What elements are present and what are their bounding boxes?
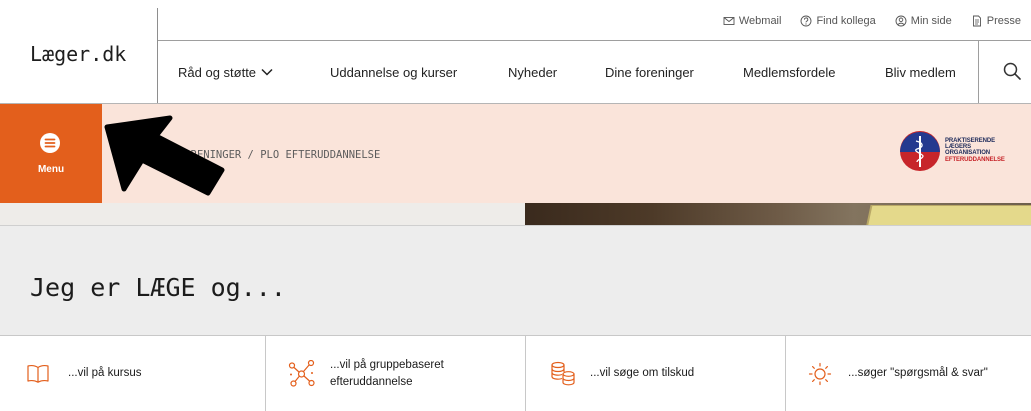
site-header: Læger.dk Webmail Find kollega Min side P… [0, 0, 1031, 104]
card-label-line: ...søger "spørgsmål & svar" [848, 367, 988, 379]
menu-button[interactable]: Menu [0, 104, 102, 203]
nav-item-label: Uddannelse og kurser [330, 64, 458, 80]
strip-background [0, 203, 525, 225]
nav-item-dine-foreninger[interactable]: Dine foreninger [605, 41, 694, 103]
hero-section: Jeg er LÆGE og... [0, 225, 1031, 335]
org-logo-text: PRAKTISERENDE LÆGERS ORGANISATION EFTERU… [945, 138, 1005, 163]
nav-item-medlemsfordele[interactable]: Medlemsfordele [743, 41, 836, 103]
plo-emblem-icon [900, 131, 940, 171]
breadcrumb-item-current: PLO EFTERUDDANNELSE [260, 149, 381, 161]
card-label-line: ...vil søge om tilskud [590, 367, 695, 379]
card-label: ...søger "spørgsmål & svar" [848, 365, 988, 382]
nav-item-label: Bliv medlem [885, 64, 956, 80]
utility-link-label: Webmail [738, 14, 782, 27]
question-circle-icon [801, 15, 812, 26]
plo-efteruddannelse-logo[interactable]: PRAKTISERENDE LÆGERS ORGANISATION EFTERU… [900, 131, 1010, 171]
nav-item-label: Medlemsfordele [743, 64, 836, 80]
utility-link-find-kollega[interactable]: Find kollega [800, 14, 876, 27]
utility-link-label: Min side [910, 14, 952, 27]
hero-heading: Jeg er LÆGE og... [30, 273, 286, 302]
nav-item-label: Dine foreninger [605, 64, 694, 80]
chevron-down-icon [261, 68, 273, 76]
org-logo-line: EFTERUDDANNELSE [945, 156, 1005, 163]
card-label-line: efteruddannelse [330, 375, 413, 388]
utility-bar: Webmail Find kollega Min side Presse [158, 0, 1031, 41]
card-label: ...vil på gruppebaseret efteruddannelse [330, 357, 444, 391]
coins-icon [551, 361, 575, 386]
envelope-icon [723, 16, 735, 25]
user-circle-icon [895, 15, 907, 26]
card-label-line: ...vil på kursus [68, 367, 142, 379]
pointer-arrow-icon [104, 115, 225, 196]
hamburger-circle-icon [40, 133, 60, 153]
sun-icon [808, 362, 832, 385]
utility-link-presse[interactable]: Presse [971, 15, 1021, 27]
nav-item-label: Råd og støtte [178, 64, 257, 80]
card-label-line: ...vil på gruppebaseret [330, 358, 444, 371]
breadcrumb-separator: / [247, 149, 254, 161]
utility-link-min-side[interactable]: Min side [895, 15, 952, 27]
nav-item-bliv-medlem[interactable]: Bliv medlem [885, 41, 956, 103]
utility-link-label: Find kollega [816, 14, 876, 27]
site-logo[interactable]: Læger.dk [30, 42, 126, 66]
press-icon [972, 15, 981, 26]
hero-photo [525, 203, 1031, 225]
card-tilskud[interactable]: ...vil søge om tilskud [526, 336, 785, 411]
nav-item-raad-og-stoette[interactable]: Råd og støtte [178, 41, 273, 103]
nav-item-label: Nyheder [508, 64, 558, 80]
nav-item-nyheder[interactable]: Nyheder [508, 41, 557, 103]
nav-divider [978, 41, 979, 103]
book-icon [27, 364, 49, 383]
nav-item-uddannelse-og-kurser[interactable]: Uddannelse og kurser [330, 41, 457, 103]
utility-link-webmail[interactable]: Webmail [723, 14, 782, 27]
card-label: ...vil på kursus [68, 365, 142, 382]
utility-link-label: Presse [986, 14, 1021, 27]
menu-label: Menu [37, 164, 65, 175]
network-icon [288, 360, 315, 387]
card-kursus[interactable]: ...vil på kursus [0, 336, 265, 411]
card-spoergsmaal-og-svar[interactable]: ...søger "spørgsmål & svar" [786, 336, 1031, 411]
photo-sticky-note [867, 206, 1031, 225]
card-label: ...vil søge om tilskud [590, 365, 694, 382]
search-icon[interactable] [1003, 62, 1021, 80]
shortcut-cards: ...vil på kursus ...vil på gruppebaseret… [0, 335, 1031, 411]
card-gruppebaseret[interactable]: ...vil på gruppebaseret efteruddannelse [266, 336, 525, 411]
